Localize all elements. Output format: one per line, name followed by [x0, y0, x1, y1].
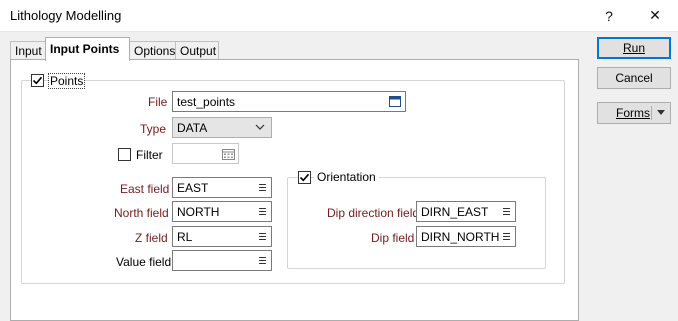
dip-field-label: Dip field: [371, 231, 415, 245]
dip-direction-field-value: DIRN_EAST: [421, 205, 489, 219]
file-value: test_points: [177, 95, 236, 109]
dip-direction-field-input[interactable]: DIRN_EAST: [416, 201, 516, 222]
north-field-input[interactable]: NORTH: [172, 201, 272, 222]
tab-input[interactable]: Input: [10, 41, 46, 60]
window-title: Lithology Modelling: [10, 8, 122, 23]
help-icon: ?: [605, 7, 613, 24]
split-divider: [651, 106, 652, 120]
filter-input[interactable]: [172, 143, 239, 164]
east-field-label: East field: [120, 182, 170, 196]
z-field-value: RL: [177, 230, 193, 244]
dropdown-arrow-icon[interactable]: [657, 110, 665, 115]
type-value: DATA: [177, 121, 208, 135]
forms-button-label: Forms: [616, 106, 650, 120]
tab-output[interactable]: Output: [175, 41, 219, 60]
run-button-label: Run: [622, 41, 645, 55]
cancel-button[interactable]: Cancel: [597, 67, 671, 89]
file-input[interactable]: test_points: [172, 91, 406, 112]
title-bar: Lithology Modelling ? ✕: [0, 0, 678, 32]
chevron-down-icon: [255, 124, 265, 130]
dip-direction-field-label: Dip direction field: [327, 206, 420, 220]
orientation-label: Orientation: [314, 170, 379, 184]
orientation-group: [287, 177, 546, 269]
calendar-icon[interactable]: [222, 148, 235, 160]
north-field-label: North field: [114, 206, 169, 220]
points-checkbox[interactable]: [31, 74, 44, 87]
forms-button[interactable]: Forms: [597, 102, 671, 124]
tab-panel-input-points: Points File test_points Type DATA Filter…: [10, 59, 579, 321]
dip-field-value: DIRN_NORTH: [421, 230, 500, 244]
checkmark-icon: [299, 173, 310, 182]
z-field-input[interactable]: RL: [172, 226, 272, 247]
points-label: Points: [48, 73, 86, 89]
filter-label: Filter: [136, 148, 163, 162]
tab-input-points[interactable]: Input Points: [45, 37, 130, 61]
tab-options[interactable]: Options: [129, 41, 176, 60]
value-field-input[interactable]: [172, 250, 272, 271]
field-list-icon[interactable]: [259, 207, 266, 216]
z-field-label: Z field: [135, 231, 168, 245]
cancel-button-label: Cancel: [615, 71, 653, 85]
type-select[interactable]: DATA: [172, 117, 272, 138]
help-button[interactable]: ?: [586, 0, 632, 31]
close-button[interactable]: ✕: [632, 0, 678, 31]
file-label: File: [148, 95, 168, 109]
field-list-icon[interactable]: [259, 183, 266, 192]
type-label: Type: [140, 122, 167, 136]
field-list-icon[interactable]: [259, 232, 266, 241]
north-field-value: NORTH: [177, 205, 220, 219]
orientation-checkbox[interactable]: [298, 171, 311, 184]
field-list-icon[interactable]: [259, 256, 266, 265]
dip-field-input[interactable]: DIRN_NORTH: [416, 226, 516, 247]
run-button[interactable]: Run: [597, 37, 671, 59]
east-field-value: EAST: [177, 181, 209, 195]
close-icon: ✕: [649, 7, 661, 23]
browse-icon[interactable]: [389, 96, 401, 107]
filter-checkbox[interactable]: [118, 148, 131, 161]
east-field-input[interactable]: EAST: [172, 177, 272, 198]
checkmark-icon: [32, 76, 43, 85]
field-list-icon[interactable]: [503, 232, 510, 241]
field-list-icon[interactable]: [503, 207, 510, 216]
value-field-label: Value field: [116, 255, 172, 269]
